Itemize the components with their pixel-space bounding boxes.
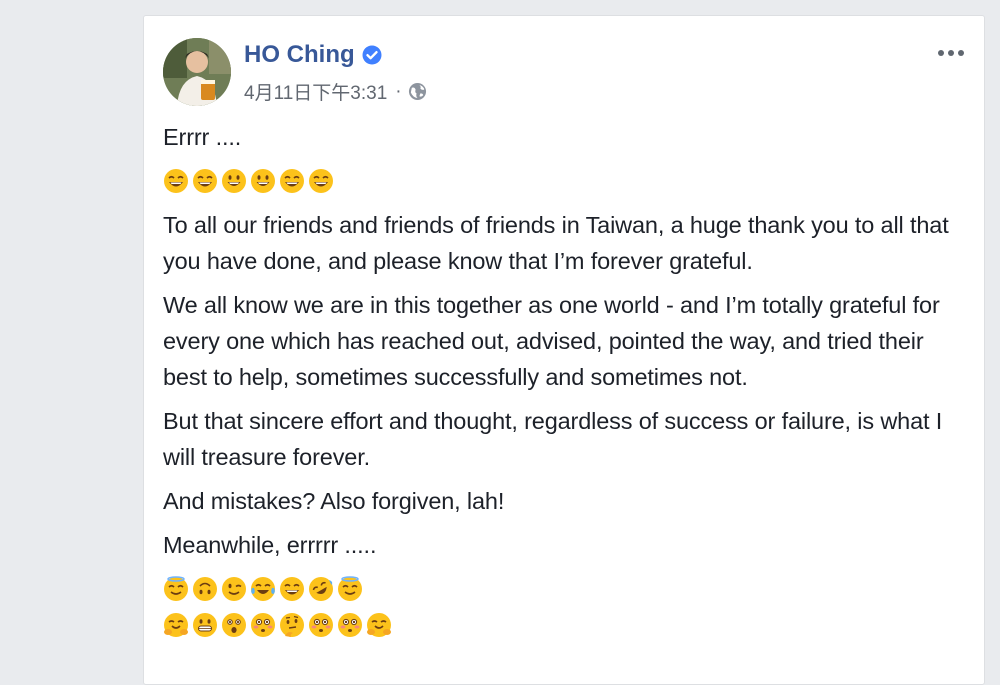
meta-separator: ·: [395, 80, 402, 102]
post-paragraph: And mistakes? Also forgiven, lah!: [163, 488, 505, 514]
emoji-row: [163, 607, 973, 643]
post-paragraph: Meanwhile, errrrr .....: [163, 532, 377, 558]
post-paragraph: We all know we are in this together as o…: [163, 292, 940, 390]
flushed-face-icon: [338, 613, 362, 637]
smiling-face-halo-icon: [338, 576, 362, 601]
post-meta: 4月11日下午3:31 ·: [244, 78, 427, 105]
flushed-face-icon: [309, 613, 333, 637]
emoji-row: [163, 163, 973, 199]
grinning-squinting-face-icon: [193, 169, 217, 193]
more-options-icon[interactable]: [936, 46, 966, 60]
grimacing-face-icon: [193, 613, 217, 637]
author-header: HO Ching: [244, 41, 382, 69]
grinning-squinting-face-icon: [164, 169, 188, 193]
grinning-squinting-face-icon: [280, 169, 304, 193]
emoji-row: [163, 571, 973, 607]
astonished-face-icon: [222, 613, 246, 637]
rolling-on-floor-laughing-face-icon: [309, 577, 333, 601]
upside-down-face-icon: [193, 577, 217, 601]
grinning-squinting-face-icon: [280, 577, 304, 601]
post-timestamp-link[interactable]: 4月11日下午3:31: [244, 78, 387, 105]
tears-of-joy-face-icon: [251, 577, 275, 601]
hugging-face-icon: [164, 613, 188, 637]
hugging-face-icon: [367, 613, 391, 637]
globe-icon[interactable]: [408, 82, 427, 101]
thinking-face-icon: [280, 613, 304, 637]
author-name-link[interactable]: HO Ching: [244, 41, 355, 69]
post-card: HO Ching 4月11日下午3:31 · Errrr .... To all…: [143, 15, 985, 685]
winking-face-icon: [222, 577, 246, 601]
smiling-face-open-mouth-icon: [251, 169, 275, 193]
grinning-squinting-face-icon: [309, 169, 333, 193]
post-paragraph: But that sincere effort and thought, reg…: [163, 408, 943, 470]
post-paragraph: To all our friends and friends of friend…: [163, 212, 949, 274]
smiling-face-halo-icon: [164, 576, 188, 601]
post-paragraph: Errrr ....: [163, 124, 242, 150]
smiling-face-open-mouth-icon: [222, 169, 246, 193]
author-avatar[interactable]: [163, 38, 231, 106]
verified-badge-icon: [362, 45, 382, 65]
post-body: Errrr .... To all our friends and friend…: [163, 119, 973, 643]
avatar-image: [163, 38, 231, 106]
flushed-face-icon: [251, 613, 275, 637]
